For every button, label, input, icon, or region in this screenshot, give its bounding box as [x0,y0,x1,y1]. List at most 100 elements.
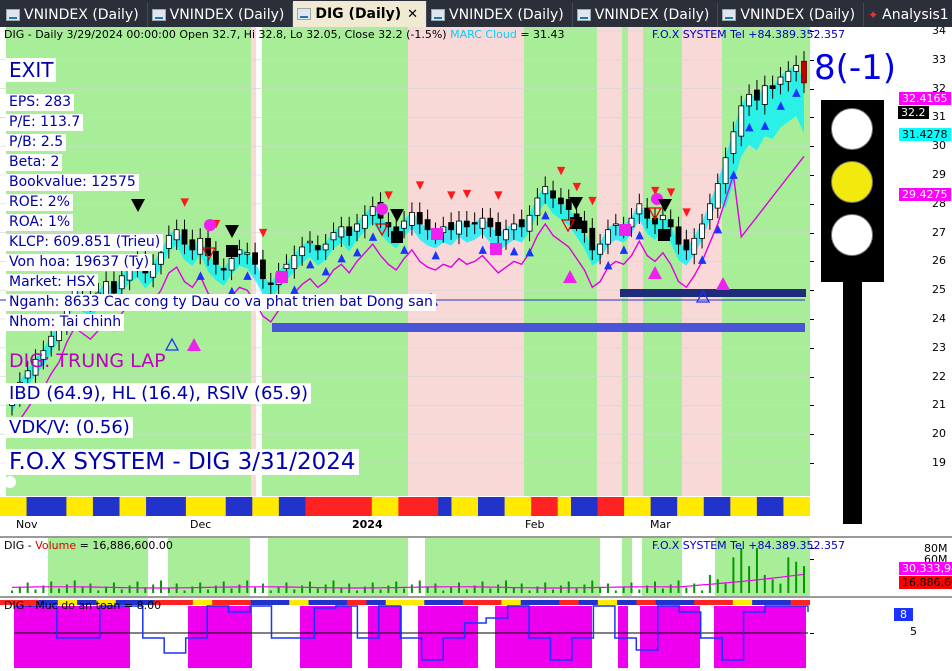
buy-arrow-icon: ▲ [369,229,378,242]
tab-analysis1[interactable]: ✦ Analysis1 [864,3,952,27]
tab-bar: VNINDEX (Daily) VNINDEX (Daily) DIG (Dai… [0,0,952,27]
safety-block [188,606,252,668]
tab-vnindex-1[interactable]: VNINDEX (Daily) [2,3,148,27]
signal-square-icon [490,243,502,255]
candle-body [495,222,502,236]
trend-strip-segment [517,497,532,516]
trend-strip-segment [424,497,439,516]
trend-strip-segment [225,497,240,516]
tab-vnindex-5[interactable]: VNINDEX (Daily) [718,3,865,27]
safety-strip-segment [482,600,502,605]
price-tick-label: 23 [932,340,946,354]
candle-body [220,268,227,271]
candle-body [291,255,298,269]
safety-strip-segment [308,600,329,605]
safety-strip-segment [675,600,695,605]
safety-pane[interactable]: DIG - Muc do an toan = 8.00 58 [0,598,952,671]
chart-icon [151,9,166,21]
trend-strip-segment [451,497,466,516]
candle-body [793,65,800,72]
trend-strip-segment [106,497,121,516]
buy-arrow-icon: ▲ [431,248,440,261]
candle-body [111,281,117,294]
trend-strip-segment [491,497,506,516]
candle-body [48,335,55,347]
date-label: Feb [525,518,545,531]
signal-dot-icon [204,219,216,231]
candle-body [558,197,564,205]
support-zone [272,323,805,332]
price-level-tag: 29.4275 [899,188,951,201]
candle-body [754,89,760,101]
candle-body [181,229,188,245]
trend-strip-segment [265,497,280,516]
price-tick-label: 29 [932,168,946,181]
candle-body [424,219,431,231]
price-tick-label: 33 [932,52,946,66]
candle-body [369,206,376,216]
fundamental-line: Beta: 2 [6,154,63,171]
tab-dig[interactable]: DIG (Daily) ✕ [293,1,428,27]
buy-arrow-icon: ▲ [196,268,205,281]
sell-arrow-icon: ▼ [463,187,472,200]
trend-strip-segment [531,497,545,516]
price-tick-mark [810,175,814,176]
price-header: DIG - Daily 3/29/2024 00:00:00 Open 32.7… [4,28,565,41]
buy-arrow-icon: ▲ [635,228,644,241]
trend-strip-segment [239,497,253,516]
candle-body [354,223,360,232]
volume-pane[interactable]: DIG - Volume = 16,886,600.00 F.O.X SYSTE… [0,538,952,596]
buy-arrow-icon: ▲ [714,222,723,235]
signal-square-icon [226,245,238,257]
safety-strip-segment [385,600,406,605]
close-tab-icon[interactable]: ✕ [407,7,418,22]
traffic-light [821,100,884,282]
candle-body [448,222,455,231]
safety-axis[interactable]: 58 [810,598,952,671]
trend-strip-segment [199,497,213,516]
tab-vnindex-2[interactable]: VNINDEX (Daily) [148,3,294,27]
price-tick-mark [810,88,814,90]
safety-strip-segment [424,600,445,605]
signal-square-icon [658,229,670,241]
candle-body [346,226,353,236]
tab-label: VNINDEX (Daily) [594,7,710,23]
safety-strip-segment [250,600,271,605]
date-label: Dec [190,518,212,531]
candle-body [801,60,807,84]
buy-arrow-icon: ▲ [541,208,550,221]
price-pane[interactable]: ▼▲▼▲▲▼▲▲▲▲▲▲▲▼▲▼▲▼▼▲▼▲▲▲▼▼▼▲▲▲▼▼▼▲▲▲▲▲▲▲… [0,27,952,536]
safety-strip-segment [771,600,792,605]
safety-block [714,606,806,668]
safety-strip-segment [231,600,252,605]
volume-tag: 30,333,94 [899,562,952,575]
candle-body [777,76,784,85]
price-tick-mark [810,347,814,349]
tab-vnindex-3[interactable]: VNINDEX (Daily) [427,3,573,27]
marc-cloud-label: MARC Cloud [450,28,517,41]
candle-body [330,232,337,241]
tab-label: VNINDEX (Daily) [169,7,285,23]
candle-body [338,226,345,238]
price-tick-mark [810,261,814,263]
tab-vnindex-4[interactable]: VNINDEX (Daily) [573,3,719,27]
volume-tick-mark [810,559,814,560]
safety-strip-segment [443,600,464,605]
sell-arrow-icon: ▼ [557,164,566,177]
candle-body [189,239,196,251]
fundamental-line: Nhom: Tai chinh [6,314,125,331]
buy-arrow-icon: ▲ [792,85,801,98]
trend-strip-segment [53,497,67,516]
safety-tick-mark [810,633,814,634]
trend-strip-segment [610,497,625,516]
trend-strip-segment [185,497,200,516]
trend-strip-segment [478,497,492,516]
candle-body [503,229,509,241]
safety-block [300,606,352,668]
safety-block [418,606,478,668]
price-tick-label: 26 [932,254,946,268]
volume-header: DIG - Volume = 16,886,600.00 [4,539,173,552]
safety-block [618,606,628,668]
trend-strip-segment [92,497,107,516]
candle-body [314,245,321,251]
